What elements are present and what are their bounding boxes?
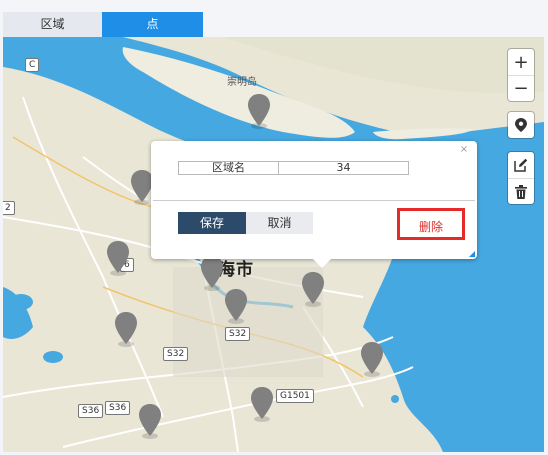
tab-point[interactable]: 点	[102, 12, 203, 37]
close-icon[interactable]: ×	[459, 145, 469, 155]
map-marker-icon[interactable]	[300, 271, 326, 307]
map-marker-icon[interactable]	[105, 240, 131, 276]
save-button[interactable]: 保存	[178, 212, 246, 234]
map-marker-icon[interactable]	[223, 288, 249, 324]
table-row: 区域名 34	[178, 161, 409, 175]
road-shield-s36-a: S36	[78, 404, 104, 418]
road-shield-s32-b: S32	[163, 347, 189, 361]
zoom-out-button[interactable]: −	[508, 75, 534, 101]
delete-button[interactable]: 删除	[397, 208, 465, 240]
map-marker-icon[interactable]	[359, 341, 385, 377]
map-marker-icon[interactable]	[113, 311, 139, 347]
attribute-key: 区域名	[178, 161, 279, 175]
zoom-in-button[interactable]: +	[508, 49, 534, 75]
map-marker-icon[interactable]	[199, 255, 225, 291]
locate-button[interactable]	[508, 112, 534, 138]
zoom-control: + −	[508, 49, 534, 101]
resize-grip-icon[interactable]	[469, 251, 475, 257]
delete-tool-button[interactable]	[508, 178, 534, 204]
map-marker-icon[interactable]	[249, 386, 275, 422]
road-shield-g1501: G1501	[276, 389, 314, 403]
feature-popup: × 区域名 34 保存 取消 删除	[151, 141, 477, 268]
tab-area[interactable]: 区域	[3, 12, 102, 37]
map-marker-icon[interactable]	[246, 93, 272, 129]
edit-icon	[514, 158, 528, 172]
draw-control	[508, 152, 534, 204]
popup-divider	[153, 200, 475, 201]
edit-button[interactable]	[508, 152, 534, 178]
attribute-value[interactable]: 34	[278, 161, 409, 175]
locate-control	[508, 112, 534, 138]
label-chongming: 崇明岛	[227, 77, 257, 88]
road-shield-2: 2	[3, 201, 15, 215]
map-marker-icon[interactable]	[137, 403, 163, 439]
location-pin-icon	[515, 118, 527, 132]
road-shield-s36-b: S36	[105, 401, 131, 415]
cancel-button[interactable]: 取消	[246, 212, 313, 234]
tab-bar: 区域 点	[0, 0, 548, 37]
trash-icon	[515, 184, 527, 199]
attribute-table: 区域名 34	[178, 161, 409, 175]
road-shield-c: C	[25, 58, 40, 72]
road-shield-s32-a: S32	[225, 327, 251, 341]
